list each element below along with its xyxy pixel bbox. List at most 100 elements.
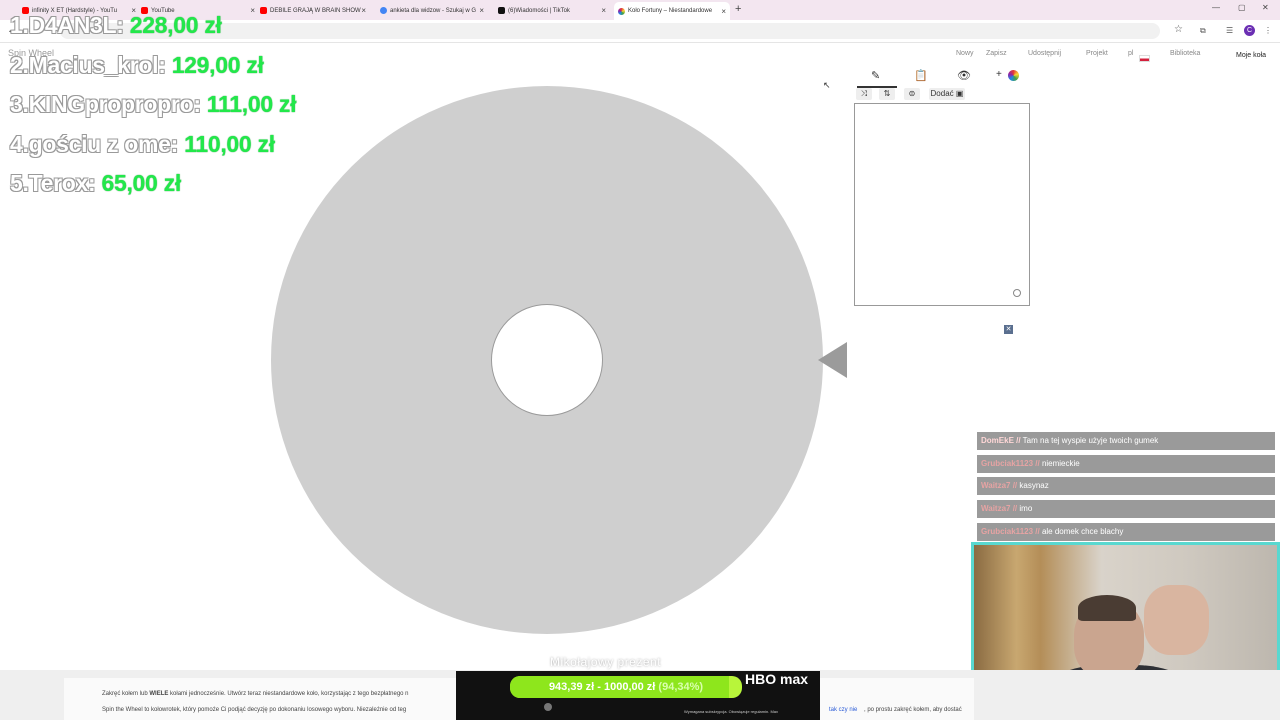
menu-list-icon[interactable]: ☰ xyxy=(1226,26,1233,35)
leaderboard-entry: 5.Terox: 65,00 zł xyxy=(10,170,181,197)
tab-title: Koło Fortuny – Niestandardowe xyxy=(628,8,713,14)
chat-message: Waitza7 // imo xyxy=(977,500,1275,518)
nav-language[interactable]: pl xyxy=(1128,50,1133,57)
bookmark-star-icon[interactable]: ☆ xyxy=(1174,24,1183,35)
extensions-icon[interactable]: ⧉ xyxy=(1200,26,1206,36)
desc-text: kołami jednocześnie. Utwórz teraz niesta… xyxy=(170,691,409,697)
chat-user: Waitza7 // xyxy=(981,481,1018,490)
chat-text: imo xyxy=(1019,504,1033,513)
add-label: Dodać xyxy=(930,89,954,98)
image-icon: ▣ xyxy=(955,89,964,98)
description-line-2-end: , po prostu zakręć kołem, aby dostać xyxy=(864,707,962,713)
leaderboard-entry: 4.gościu z ome: 110,00 zł xyxy=(10,131,275,158)
chat-text: ale domek chce blachy xyxy=(1041,527,1124,536)
leader-name: 1.D4AN3L: xyxy=(10,12,124,38)
yes-no-link[interactable]: tak czy nie xyxy=(829,707,857,713)
desc-bold: WIELE xyxy=(149,691,169,697)
chat-message: Waitza7 // kasynaz xyxy=(977,477,1275,495)
tab-close-icon[interactable]: × xyxy=(721,7,726,16)
goal-icon xyxy=(544,703,552,711)
tab-title: DEBILE GRAJĄ W BRAIN SHOW xyxy=(270,7,361,14)
pencil-icon[interactable]: ✎ xyxy=(871,69,880,82)
leaderboard-entry: 3.KINGpropropro: 111,00 zł xyxy=(10,91,296,118)
chat-text: niemieckie xyxy=(1041,459,1080,468)
nav-share[interactable]: Udostępnij xyxy=(1028,50,1061,57)
chat-message: Grubciak1123 // ale domek chce blachy xyxy=(977,523,1275,541)
tab-title: ankieta dla widzow - Szukaj w G xyxy=(390,7,477,14)
tiktok-icon xyxy=(498,7,505,14)
wheel-spin-button[interactable] xyxy=(491,304,603,416)
goal-current: 943,39 zł xyxy=(548,681,595,693)
coin-icon[interactable]: ⊜ xyxy=(904,88,920,100)
tab-close-icon[interactable]: × xyxy=(479,6,484,15)
maximize-icon[interactable]: ▢ xyxy=(1238,3,1246,12)
goal-progress-text: 943,39 zł - 1000,00 zł (94,34%) xyxy=(548,681,704,693)
chat-user: DomEkE // xyxy=(981,436,1021,445)
shuffle-icon[interactable]: ⤨ xyxy=(856,88,872,100)
leader-amount: 65,00 zł xyxy=(101,170,181,196)
browser-tab-4[interactable]: ankieta dla widzow - Szukaj w G × xyxy=(380,3,488,18)
leaderboard-entry: 2.Macius_krol: 129,00 zł xyxy=(10,52,264,79)
chat-message: Grubciak1123 // niemieckie xyxy=(977,455,1275,473)
avatar[interactable]: C xyxy=(1244,25,1255,36)
chat-message: DomEkE // Tam na tej wyspie użyje twoich… xyxy=(977,432,1275,450)
streamer-hair xyxy=(1078,595,1136,621)
tab-close-icon[interactable]: × xyxy=(250,6,255,15)
desc-text: Zakręć kołem lub xyxy=(102,691,148,697)
leader-name: 5.Terox: xyxy=(10,170,96,196)
my-wheels-link[interactable]: Moje koła xyxy=(1236,52,1266,59)
wheel-pointer xyxy=(818,342,847,378)
chat-user: Grubciak1123 // xyxy=(981,459,1040,468)
palette-icon[interactable] xyxy=(1008,70,1019,81)
tab-close-icon[interactable]: × xyxy=(601,6,606,15)
leader-amount: 228,00 zł xyxy=(129,12,222,38)
goal-target: 1000,00 zł xyxy=(603,681,656,693)
leader-amount: 111,00 zł xyxy=(206,91,297,117)
browser-tab-6[interactable]: Koło Fortuny – Niestandardowe × xyxy=(614,2,730,20)
goal-title: Mikołajowy prezent xyxy=(550,655,662,669)
leader-name: 4.gościu z ome: xyxy=(10,131,179,157)
chat-user: Waitza7 // xyxy=(981,504,1018,513)
youtube-icon xyxy=(260,7,267,14)
nav-new[interactable]: Nowy xyxy=(956,50,974,57)
more-menu-icon[interactable]: ⋮ xyxy=(1264,26,1272,35)
description-line-2: Spin the Wheel to kołowrotek, który pomo… xyxy=(102,707,407,713)
google-icon xyxy=(380,7,387,14)
chat-text: kasynaz xyxy=(1019,481,1049,490)
url-input[interactable] xyxy=(60,23,1160,39)
sort-icon[interactable]: ⇅ xyxy=(879,88,895,100)
streamer-hand xyxy=(1144,585,1209,655)
leader-name: 3.KINGpropropro: xyxy=(10,91,201,117)
clipboard-icon[interactable]: 📋 xyxy=(914,69,928,82)
leader-amount: 129,00 zł xyxy=(171,52,264,78)
new-tab-button[interactable]: + xyxy=(735,3,741,15)
hbo-max-logo: HBO max xyxy=(745,671,809,687)
nav-library[interactable]: Biblioteka xyxy=(1170,50,1200,57)
chat-text: Tam na tej wyspie użyje twoich gumek xyxy=(1022,436,1159,445)
minimize-icon[interactable]: — xyxy=(1212,3,1220,12)
tab-close-icon[interactable]: × xyxy=(361,6,366,15)
browser-tab-3[interactable]: DEBILE GRAJĄ W BRAIN SHOW × xyxy=(260,3,370,18)
eye-slash-icon[interactable]: 👁 xyxy=(957,69,971,82)
chat-user: Grubciak1123 // xyxy=(981,527,1040,536)
entries-textarea[interactable] xyxy=(854,103,1030,306)
leader-name: 2.Macius_krol: xyxy=(10,52,166,78)
nav-design[interactable]: Projekt xyxy=(1086,50,1108,57)
leaderboard-entry: 1.D4AN3L: 228,00 zł xyxy=(10,12,222,39)
leader-amount: 110,00 zł xyxy=(184,131,275,157)
close-icon[interactable]: ✕ xyxy=(1004,325,1013,334)
description-line-1: Zakręć kołem lub WIELE kołami jednocześn… xyxy=(102,691,409,697)
sponsor-note: Wymagana subskrypcja. Obowiązuje regulam… xyxy=(684,709,779,714)
color-wheel-icon xyxy=(618,7,625,15)
goal-percent: (94,34%) xyxy=(658,681,704,693)
goal-progress-bar: 943,39 zł - 1000,00 zł (94,34%) xyxy=(510,676,742,698)
window-close-icon[interactable]: ✕ xyxy=(1262,3,1269,12)
mouse-cursor-icon: ↖ xyxy=(823,80,831,90)
add-image-button[interactable]: Dodać ▣ xyxy=(929,88,965,100)
nav-save[interactable]: Zapisz xyxy=(986,50,1007,57)
resize-handle-icon[interactable] xyxy=(1013,289,1021,297)
poland-flag-icon xyxy=(1139,55,1150,62)
add-icon[interactable]: + xyxy=(996,69,1002,80)
tab-title: (6)Wiadomości | TikTok xyxy=(508,7,570,14)
browser-tab-5[interactable]: (6)Wiadomości | TikTok × xyxy=(498,3,610,18)
